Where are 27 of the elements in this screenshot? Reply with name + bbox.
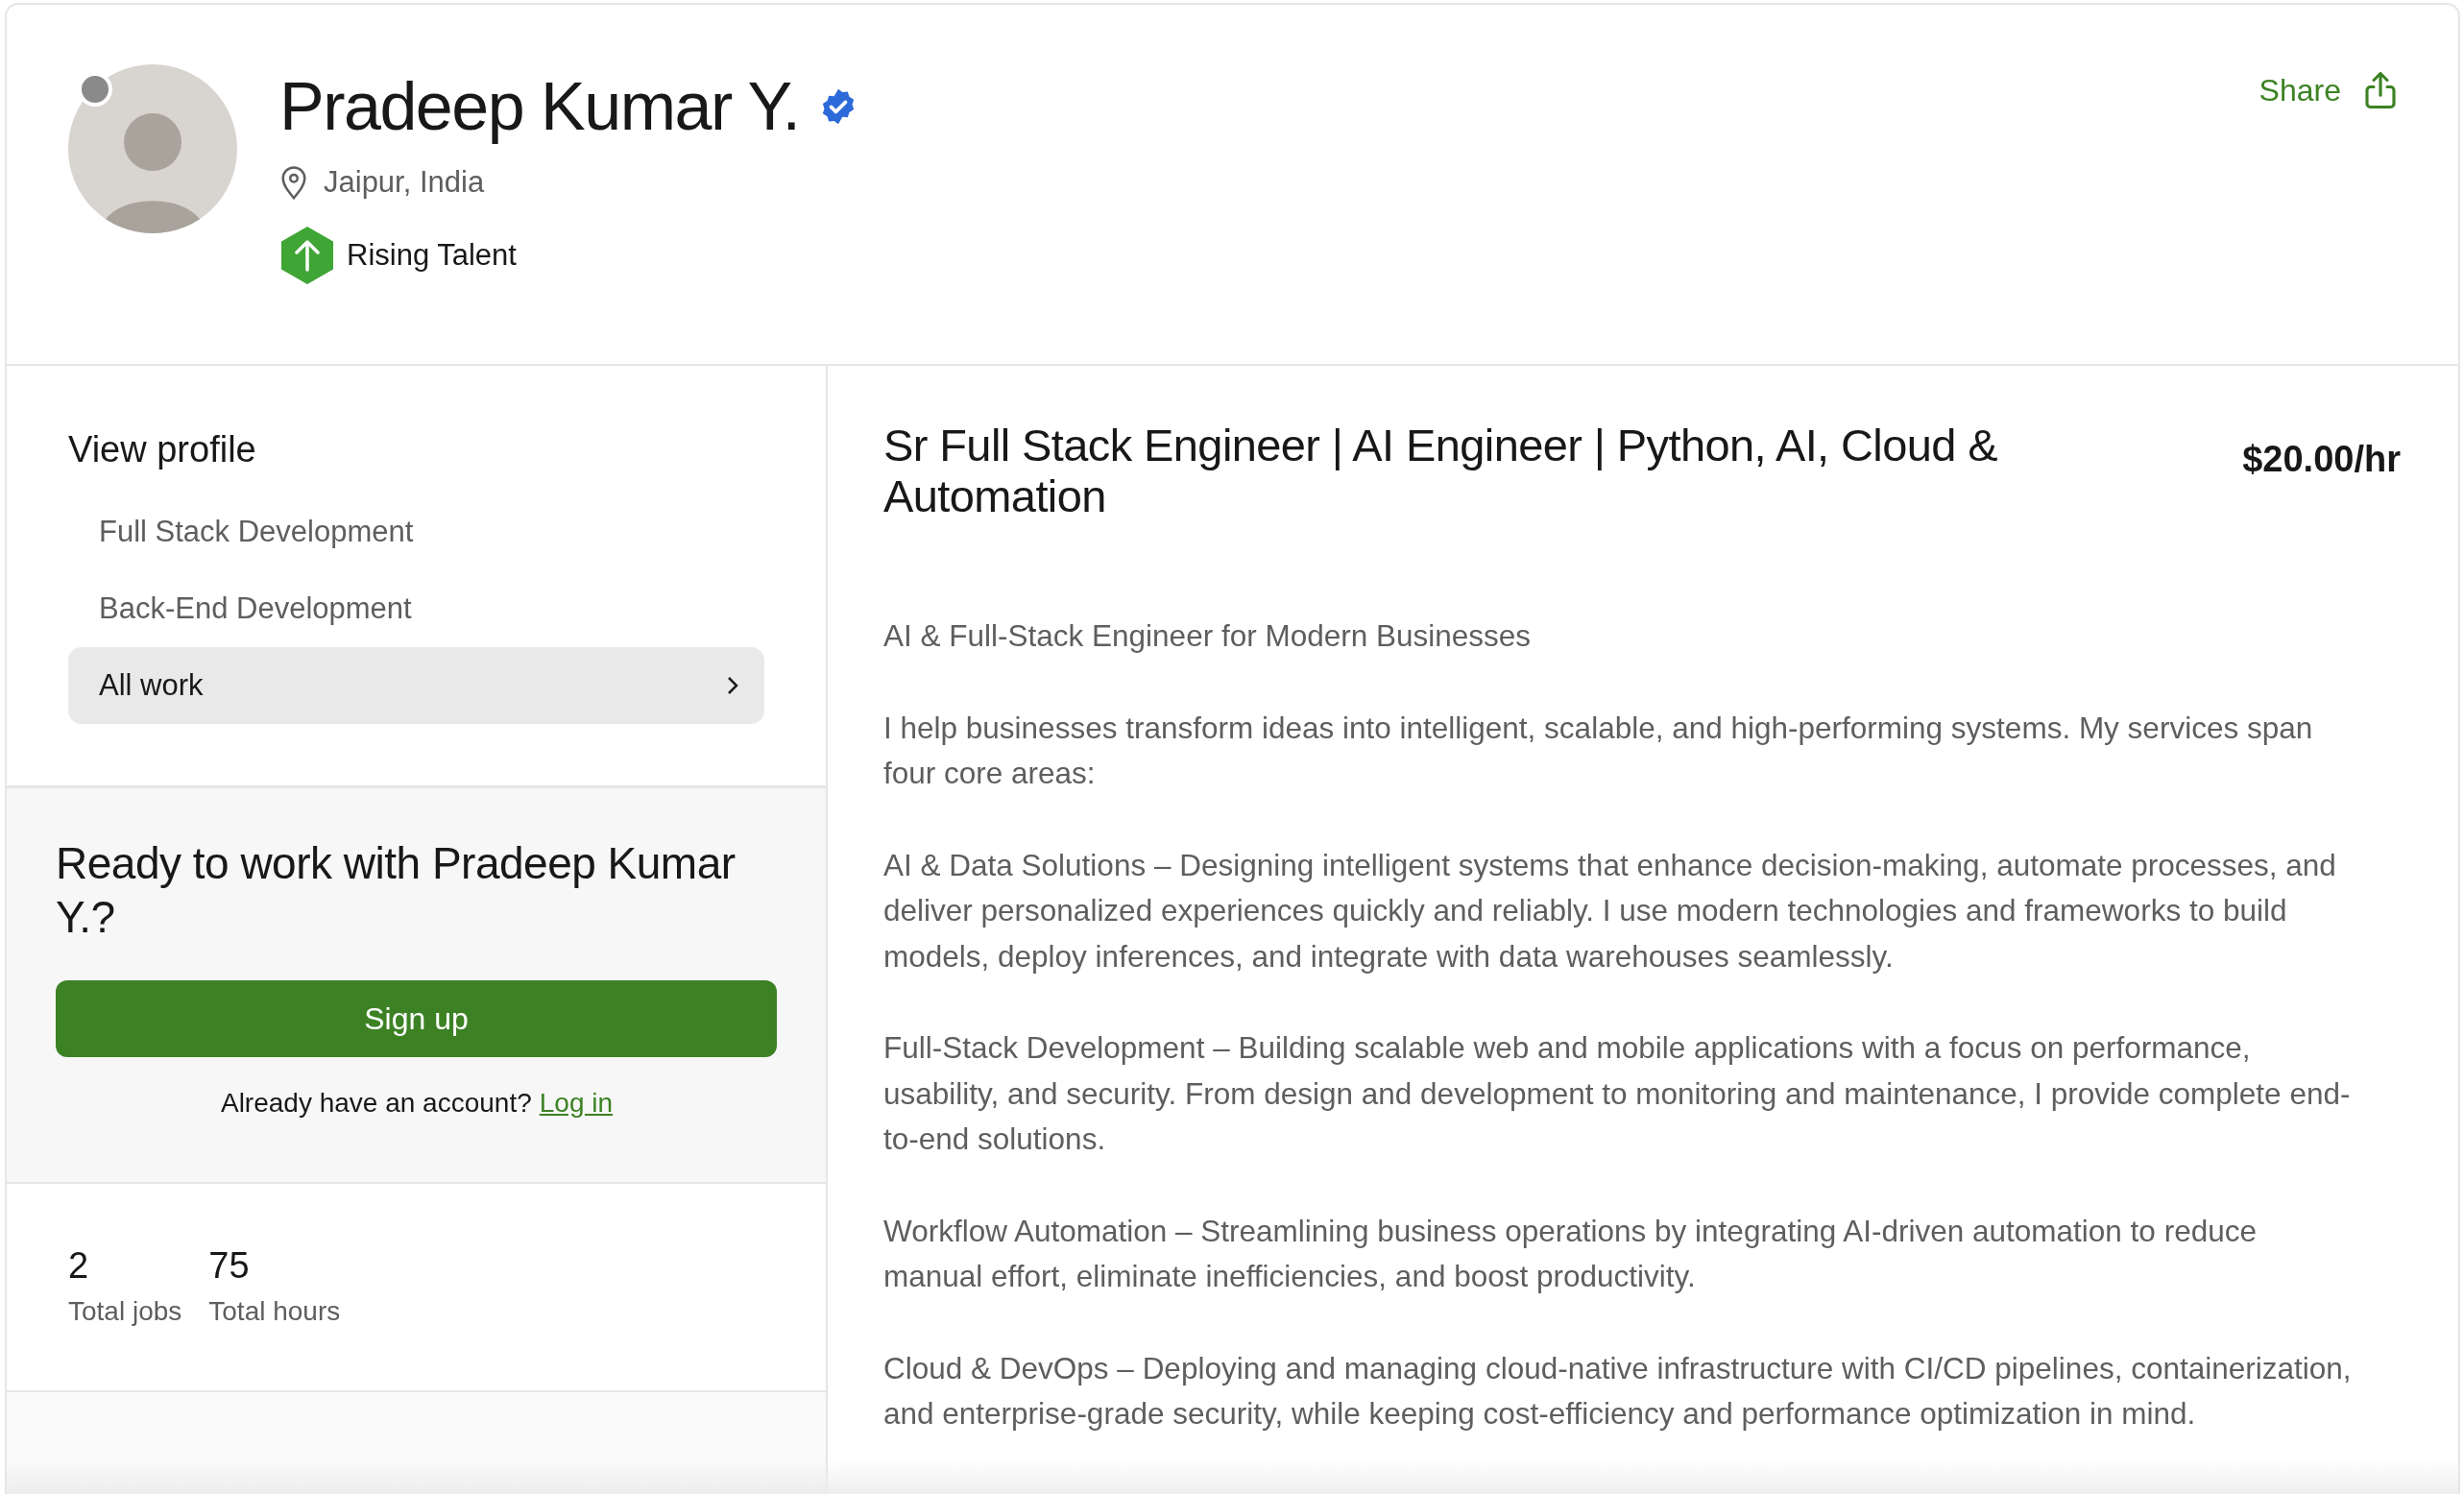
hourly-rate: $20.00/hr [2242,439,2401,480]
profile-nav-item[interactable]: All work [68,647,764,724]
location-pin-icon [279,164,308,201]
cta-heading: Ready to work with Pradeep Kumar Y.? [56,837,737,944]
location-text: Jaipur, India [324,165,485,200]
stat-label: Total jobs [68,1296,182,1327]
profile-name: Pradeep Kumar Y. [279,68,800,146]
login-prompt: Already have an account? [220,1088,532,1118]
profile-nav-item[interactable]: Full Stack Development [68,494,764,570]
stat-value: 75 [208,1245,251,1287]
overview-paragraph: Cloud & DevOps – Deploying and managing cloud-native infrastructure with CI/CD pipelines, containerization, and enterprise-grade security, while keeping cost-efficiency and performance optimization in mind. [883,1349,2353,1433]
login-link[interactable]: Log in [539,1088,614,1118]
chevron-right-icon [726,675,739,696]
profile-nav-item[interactable]: Back-End Development [68,570,764,647]
stat-value: 2 [68,1245,90,1287]
share-button[interactable]: Share [2259,70,2401,110]
overview-paragraph: Full-Stack Development – Building scalable web and mobile applications with a focus on performance, usability, and security. From design and development to monitoring and maintenance, I provide complete end-to-end solutions. [883,1029,2352,1158]
overview-paragraph: AI & Data Solutions – Designing intelligent systems that enhance decision-making, automate processes, and deliver personalized experiences quickly and reliably. I use modern technologies and frameworks to build models, deploy inferences, and integrate with data warehouses seamlessly. [883,846,2337,976]
sign-up-button[interactable]: Sign up [56,980,777,1057]
section-heading: View profile [68,429,257,470]
overview-paragraph: I help businesses transform ideas into intelligent, scalable, and high-performing systems. My services span four core areas: [883,709,2314,792]
badge-label: Rising Talent [347,238,517,273]
overview-paragraph: AI & Full-Stack Engineer for Modern Businesses [883,617,1533,655]
overview-paragraph: Workflow Automation – Streamlining business operations by integrating AI-driven automation to reduce manual effort, eliminate inefficiencies, and boost productivity. [883,1212,2258,1295]
stat-label: Total hours [208,1296,341,1327]
rising-arrow-icon [279,226,335,285]
profile-title: Sr Full Stack Engineer | AI Engineer | Python, AI, Cloud & Automation [883,420,1999,521]
